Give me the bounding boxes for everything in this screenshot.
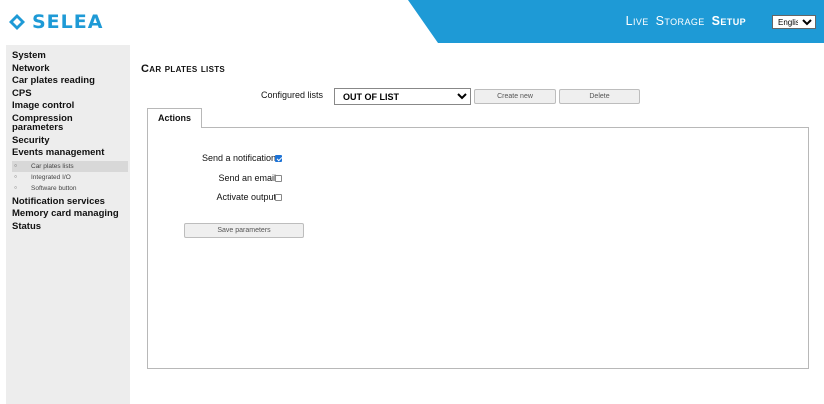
- tab-actions[interactable]: Actions: [147, 108, 202, 128]
- header: SELEA Live Storage Setup English: [0, 0, 824, 43]
- activate-output-checkbox[interactable]: [275, 194, 282, 201]
- save-parameters-button[interactable]: Save parameters: [184, 223, 304, 238]
- sidebar-item-notification-services[interactable]: Notification services: [12, 196, 130, 209]
- header-bar: [408, 0, 824, 43]
- sidebar-subitem-label: Car plates lists: [31, 162, 74, 170]
- sidebar-item-security[interactable]: Security: [12, 135, 130, 148]
- nav-setup[interactable]: Setup: [712, 14, 746, 28]
- sidebar: System Network Car plates reading CPS Im…: [6, 45, 130, 404]
- create-new-button[interactable]: Create new: [474, 89, 556, 104]
- configured-lists-row: Configured lists OUT OF LIST Create new …: [137, 88, 824, 106]
- main-content: Car plates lists Configured lists OUT OF…: [137, 45, 824, 404]
- events-submenu: Car plates lists Integrated I/O Software…: [12, 160, 130, 194]
- sidebar-item-memory-card-managing[interactable]: Memory card managing: [12, 208, 130, 221]
- sidebar-subitem-car-plates-lists[interactable]: Car plates lists: [12, 160, 128, 172]
- brand-logo[interactable]: SELEA: [8, 10, 103, 34]
- selea-diamond-icon: [8, 13, 26, 31]
- send-email-row: Send an email: [148, 173, 348, 185]
- sidebar-item-status[interactable]: Status: [12, 221, 130, 234]
- sidebar-item-car-plates-reading[interactable]: Car plates reading: [12, 75, 130, 88]
- configured-lists-select[interactable]: OUT OF LIST: [334, 88, 471, 105]
- sidebar-item-compression-parameters[interactable]: Compression parameters: [12, 113, 92, 133]
- delete-button[interactable]: Delete: [559, 89, 640, 104]
- sidebar-item-network[interactable]: Network: [12, 63, 130, 76]
- sidebar-subitem-label: Software button: [31, 184, 77, 192]
- nav-live[interactable]: Live: [626, 14, 649, 28]
- activate-output-row: Activate output: [148, 192, 348, 204]
- send-email-label: Send an email: [218, 173, 276, 183]
- page-title: Car plates lists: [141, 63, 226, 75]
- sidebar-subitem-integrated-io[interactable]: Integrated I/O: [12, 172, 128, 183]
- sidebar-item-image-control[interactable]: Image control: [12, 100, 130, 113]
- configured-lists-label: Configured lists: [261, 90, 324, 100]
- sidebar-subitem-label: Integrated I/O: [31, 173, 71, 181]
- send-notification-label: Send a notification: [201, 153, 276, 163]
- activate-output-label: Activate output: [216, 192, 276, 202]
- sidebar-item-system[interactable]: System: [12, 50, 130, 63]
- top-navigation: Live Storage Setup: [626, 14, 746, 28]
- send-email-checkbox[interactable]: [275, 175, 282, 182]
- send-notification-checkbox[interactable]: [275, 155, 282, 162]
- nav-storage[interactable]: Storage: [656, 14, 705, 28]
- sidebar-item-events-management[interactable]: Events management: [12, 147, 130, 160]
- sidebar-subitem-software-button[interactable]: Software button: [12, 183, 128, 194]
- language-select[interactable]: English: [772, 15, 816, 29]
- sidebar-item-cps[interactable]: CPS: [12, 88, 130, 101]
- send-notification-row: Send a notification: [148, 153, 348, 165]
- actions-panel: Send a notification Send an email Activa…: [147, 127, 809, 369]
- brand-name: SELEA: [32, 11, 104, 33]
